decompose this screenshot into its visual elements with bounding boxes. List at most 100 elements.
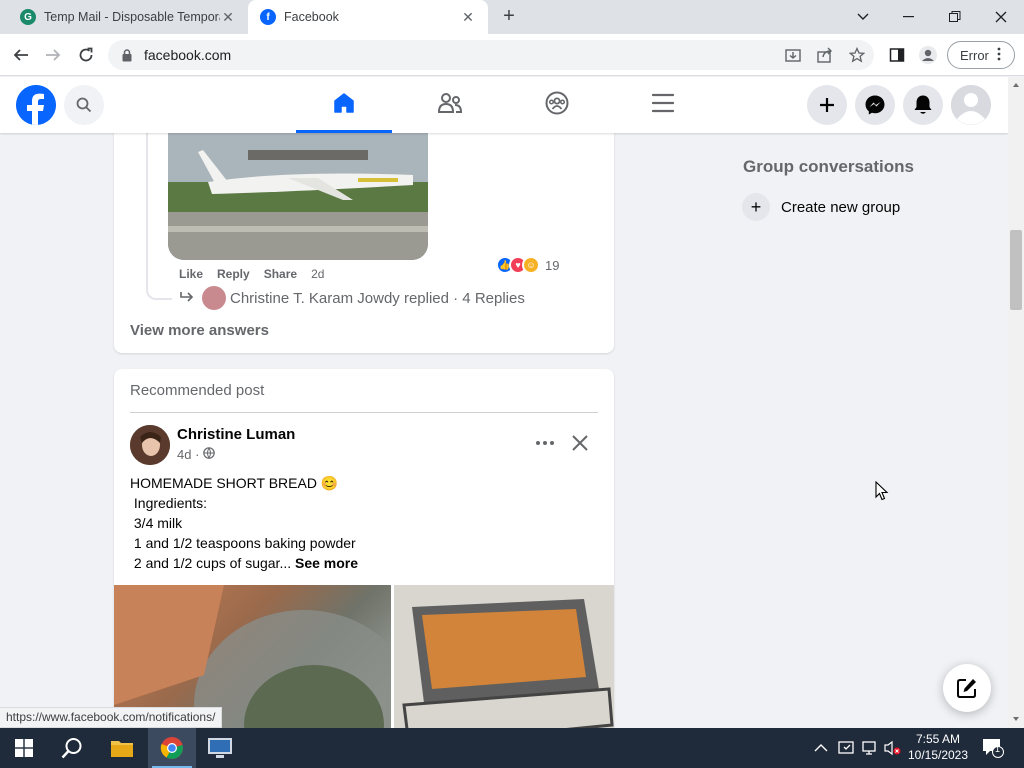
notifications-bell-icon[interactable]: [903, 85, 943, 125]
restore-icon[interactable]: [932, 0, 978, 34]
show-hidden-icons-icon[interactable]: [814, 728, 828, 768]
address-text[interactable]: facebook.com: [144, 47, 231, 63]
create-group-label: Create new group: [781, 198, 901, 216]
lock-icon[interactable]: [122, 49, 132, 62]
facebook-header: [0, 77, 1008, 133]
post-line: Ingredients:: [130, 495, 208, 511]
view-more-answers-link[interactable]: View more answers: [130, 322, 269, 339]
comment-thread-card: Like Reply Share 2d 👍 ♥ ☺ 19 Christine T…: [114, 100, 614, 353]
close-tab-icon[interactable]: ✕: [220, 9, 236, 26]
replies-link[interactable]: Christine T. Karam Jowdy replied · 4 Rep…: [180, 286, 525, 310]
new-tab-button[interactable]: +: [498, 6, 520, 28]
profile-icon[interactable]: [915, 42, 941, 68]
minimize-icon[interactable]: [886, 0, 932, 34]
reply-link[interactable]: Reply: [217, 267, 250, 281]
nav-friends[interactable]: [402, 77, 498, 133]
post-meta: 4d ·: [177, 447, 216, 462]
clock-date: 10/15/2023: [907, 748, 969, 762]
action-center-icon[interactable]: 1: [982, 728, 1004, 768]
account-avatar-icon[interactable]: [951, 85, 991, 125]
install-app-icon[interactable]: [780, 42, 806, 68]
care-reaction-icon: ☺: [522, 256, 540, 274]
temp-mail-favicon-icon: G: [20, 9, 36, 25]
plus-icon: +: [742, 193, 770, 221]
mouse-cursor-icon: [875, 480, 889, 506]
home-icon: [332, 91, 356, 120]
tab-search-icon[interactable]: [840, 0, 886, 34]
address-bar[interactable]: facebook.com: [108, 40, 874, 70]
replier-avatar: [202, 286, 226, 310]
windows-taskbar: 7:55 AM 10/15/2023 1: [0, 728, 1024, 768]
profile-error-label: Error: [960, 47, 989, 63]
new-message-compose-icon[interactable]: [943, 664, 991, 712]
notification-count: 1: [995, 744, 1001, 754]
create-plus-icon[interactable]: [807, 85, 847, 125]
back-icon[interactable]: [8, 42, 34, 68]
see-more-link[interactable]: See more: [295, 555, 358, 571]
like-link[interactable]: Like: [179, 267, 203, 281]
clock-time: 7:55 AM: [915, 732, 961, 746]
tab-facebook[interactable]: f Facebook ✕: [248, 0, 488, 34]
nav-groups[interactable]: [509, 77, 605, 133]
post-line-last: 2 and 1/2 cups of sugar... See more: [130, 553, 358, 573]
comment-time[interactable]: 2d: [311, 267, 324, 281]
nav-menu[interactable]: [615, 77, 711, 133]
side-panel-icon[interactable]: [884, 42, 910, 68]
forward-icon[interactable]: [40, 42, 66, 68]
airplane-photo[interactable]: [168, 130, 428, 260]
messenger-icon[interactable]: [855, 85, 895, 125]
reload-icon[interactable]: [73, 42, 99, 68]
facebook-logo-icon[interactable]: [16, 85, 56, 125]
divider: [130, 412, 598, 413]
comment-actions: Like Reply Share 2d: [179, 267, 324, 281]
reaction-summary[interactable]: 👍 ♥ ☺ 19: [496, 256, 559, 274]
search-icon[interactable]: [64, 85, 104, 125]
author-avatar[interactable]: [130, 425, 170, 465]
post-line: 1 and 1/2 teaspoons baking powder: [130, 535, 356, 551]
reply-arrow-icon: [180, 290, 194, 307]
author-name[interactable]: Christine Luman: [177, 426, 295, 443]
post-line: HOMEMADE SHORT BREAD 😊: [130, 475, 339, 491]
hide-post-icon[interactable]: [568, 431, 592, 455]
defender-tray-icon[interactable]: [838, 728, 854, 768]
post-line: 2 and 1/2 cups of sugar...: [130, 555, 295, 571]
profile-error-button[interactable]: Error: [947, 41, 1015, 69]
network-icon[interactable]: [862, 728, 880, 768]
facebook-favicon-icon: f: [260, 9, 276, 25]
replied-text: Christine T. Karam Jowdy replied · 4 Rep…: [230, 289, 525, 307]
reaction-count: 19: [545, 257, 560, 273]
more-vert-icon: [997, 47, 1001, 64]
link-status-bubble: https://www.facebook.com/notifications/: [0, 707, 223, 728]
close-tab-icon[interactable]: ✕: [460, 9, 476, 26]
hamburger-menu-icon: [651, 93, 675, 118]
system-clock[interactable]: 7:55 AM 10/15/2023: [902, 731, 974, 763]
tab-temp-mail[interactable]: G Temp Mail - Disposable Temporary ✕: [8, 0, 248, 34]
browser-toolbar: facebook.com Error: [0, 34, 1024, 76]
remote-desktop-icon[interactable]: [196, 728, 244, 768]
bookmark-star-icon[interactable]: [844, 42, 870, 68]
post-time[interactable]: 4d ·: [177, 447, 199, 462]
page-scrollbar[interactable]: [1008, 77, 1024, 727]
browser-tab-strip: G Temp Mail - Disposable Temporary ✕ f F…: [0, 0, 1024, 34]
chrome-taskbar-icon[interactable]: [148, 728, 196, 768]
post-line: 3/4 milk: [130, 515, 183, 531]
more-options-icon[interactable]: [532, 431, 558, 455]
share-icon[interactable]: [812, 42, 838, 68]
group-conversations-heading: Group conversations: [743, 157, 914, 176]
recommended-post-label: Recommended post: [130, 382, 265, 399]
windows-start-icon[interactable]: [0, 728, 48, 768]
scrollbar-thumb[interactable]: [1010, 230, 1022, 310]
file-explorer-icon[interactable]: [98, 728, 146, 768]
friends-icon: [437, 92, 463, 119]
public-globe-icon: [203, 447, 216, 462]
tab-title: Facebook: [284, 10, 339, 24]
groups-icon: [545, 91, 569, 120]
share-link[interactable]: Share: [264, 267, 297, 281]
tab-title: Temp Mail - Disposable Temporary: [44, 10, 220, 24]
volume-muted-icon[interactable]: [884, 728, 902, 768]
taskbar-search-icon[interactable]: [48, 728, 96, 768]
create-new-group-button[interactable]: + Create new group: [742, 193, 900, 221]
post-text: HOMEMADE SHORT BREAD 😊 Ingredients: 3/4 …: [130, 473, 358, 573]
close-window-icon[interactable]: [978, 0, 1024, 34]
nav-home[interactable]: [296, 77, 392, 133]
